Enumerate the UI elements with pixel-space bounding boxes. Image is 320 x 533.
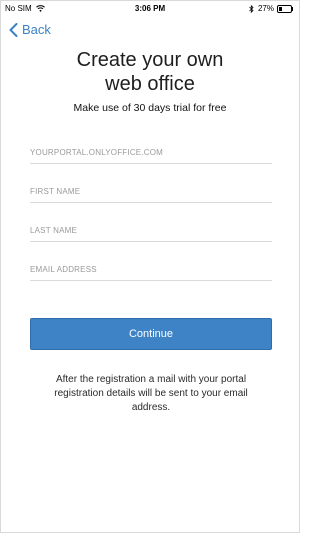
page-subtitle: Make use of 30 days trial for free (73, 102, 227, 114)
portal-name-field[interactable] (30, 141, 272, 164)
back-label: Back (22, 22, 51, 37)
status-bar: No SIM 3:06 PM 27% (1, 1, 299, 15)
bluetooth-icon (249, 4, 254, 13)
battery-percent: 27% (257, 4, 274, 13)
back-button[interactable]: Back (9, 22, 51, 37)
email-field[interactable] (30, 258, 272, 281)
first-name-field[interactable] (30, 180, 272, 203)
page-title: Create your own web office (76, 49, 224, 95)
chevron-left-icon (9, 22, 18, 37)
battery-level-fill (279, 6, 282, 11)
registration-note: After the registration a mail with your … (54, 374, 248, 413)
last-name-field[interactable] (30, 219, 272, 242)
registration-screen: No SIM 3:06 PM 27% Back Create your own … (0, 0, 300, 533)
continue-button[interactable]: Continue (30, 318, 272, 350)
status-right: 27% (249, 4, 293, 13)
battery-icon (277, 4, 293, 13)
